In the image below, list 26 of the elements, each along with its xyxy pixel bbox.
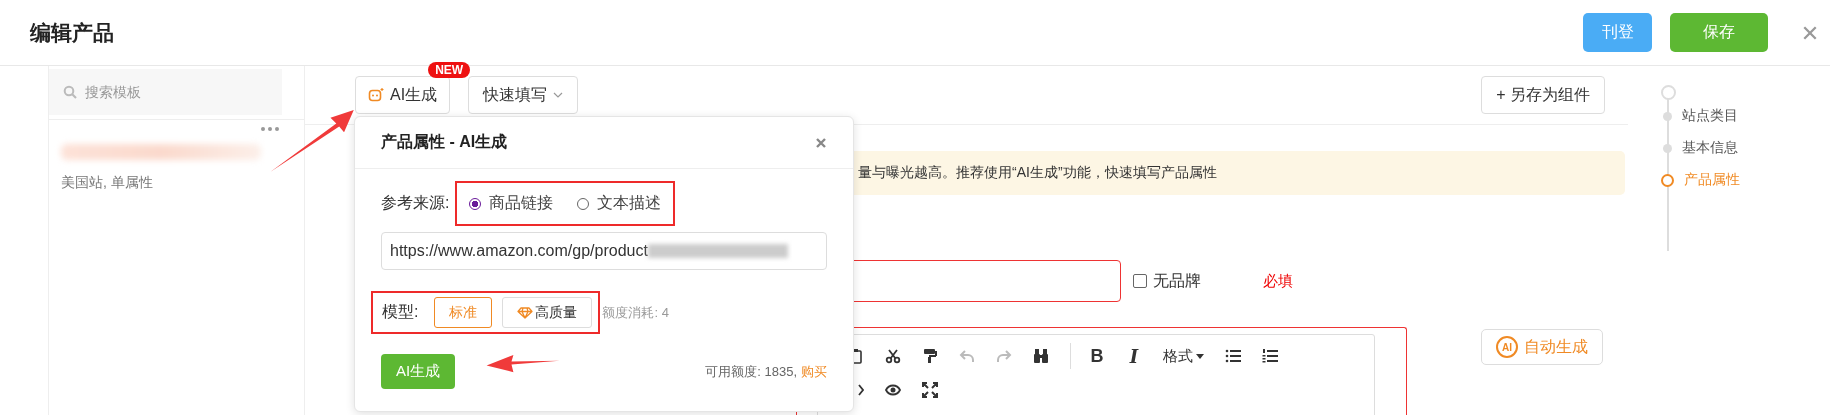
step-item[interactable]: 站点类目 [1661,100,1830,132]
step-item[interactable]: 基本信息 [1661,132,1830,164]
model-option[interactable]: 高质量 [502,297,593,328]
credit-cost: 额度消耗: 4 [602,303,669,322]
available-credits: 可用额度: 1835, [705,362,797,381]
template-meta: 美国站, 单属性 [61,174,153,192]
popover-title: 产品属性 - AI生成 [381,132,508,152]
ai-generate-button[interactable]: AI生成 [355,76,451,114]
url-text: https://www.amazon.com/gp/product [390,242,648,260]
search-field[interactable]: 搜索模板 [49,69,282,115]
bold-button[interactable]: B [1089,345,1105,367]
required-text: 必填 [1263,271,1293,291]
source-radio[interactable]: 文本描述 [577,193,662,214]
italic-button[interactable]: I [1126,345,1142,367]
new-badge: NEW [428,62,471,78]
model-label: 模型: [382,302,419,322]
source-label: 参考来源: [381,193,450,213]
template-item[interactable]: 美国站, 单属性 [49,119,304,201]
quick-fill-dropdown[interactable]: 快速填写 [468,76,579,114]
format-menu[interactable]: 格式 [1163,346,1204,366]
notice-text: 量与曝光越高。推荐使用“AI生成”功能，快速填写产品属性 [858,164,1217,182]
page-title: 编辑产品 [30,19,114,46]
url-input[interactable]: https://www.amazon.com/gp/product [381,232,827,270]
save-as-component-button[interactable]: + 另存为组件 [1481,76,1605,114]
no-brand-checkbox[interactable]: 无品牌 [1133,270,1201,292]
source-radio[interactable]: 商品链接 [469,193,554,214]
